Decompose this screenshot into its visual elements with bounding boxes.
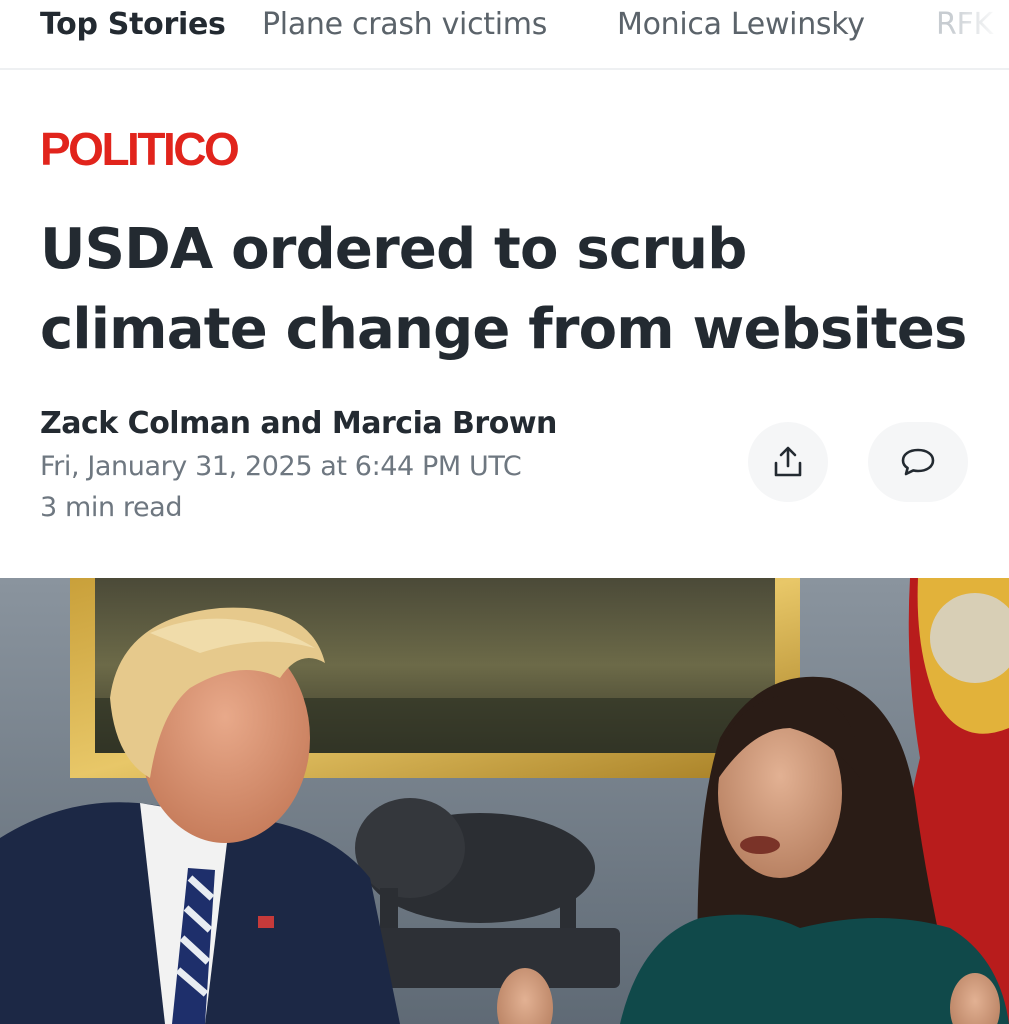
publisher-logo[interactable]: POLITICO: [40, 124, 240, 174]
article-hero-photo[interactable]: [0, 578, 1009, 1024]
comment-icon: [901, 448, 935, 476]
article-authors[interactable]: Zack Colman and Marcia Brown: [40, 404, 557, 444]
article-headline: USDA ordered to scrub climate change fro…: [40, 217, 967, 362]
tab-bar-fade: [949, 0, 1009, 68]
comment-button[interactable]: [868, 422, 968, 502]
tab-plane-crash-victims[interactable]: Plane crash victims: [262, 6, 547, 44]
article-date: Fri, January 31, 2025 at 6:44 PM UTC: [40, 451, 522, 482]
tab-monica-lewinsky[interactable]: Monica Lewinsky: [617, 6, 865, 44]
article-read-time: 3 min read: [40, 492, 183, 523]
share-button[interactable]: [748, 422, 828, 502]
tab-top-stories[interactable]: Top Stories: [40, 6, 226, 44]
topic-tab-bar: Top Stories Plane crash victims Monica L…: [0, 0, 1009, 70]
hero-photo-illustration: [0, 578, 1009, 1024]
share-icon: [774, 446, 802, 477]
